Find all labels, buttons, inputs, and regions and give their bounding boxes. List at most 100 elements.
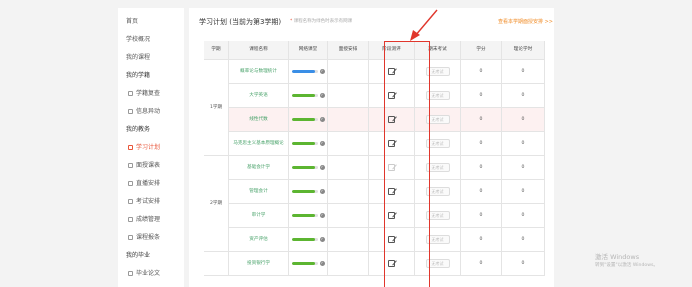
table-header-cell: 学分 [461, 41, 502, 60]
online-class-progress[interactable]: ✓ [289, 60, 328, 84]
calendar-icon [128, 198, 133, 204]
sidebar-item-0[interactable]: 首页 [126, 18, 138, 26]
progress-check-icon: ✓ [319, 189, 325, 194]
sidebar-item-6: 我的教务 [126, 126, 150, 134]
theory-hours-cell: 0 [502, 180, 545, 204]
sidebar-item-label: 课程报条 [136, 234, 161, 241]
sidebar-item-14[interactable]: 毕业论文 [128, 270, 160, 278]
sidebar-item-label: 成绩管理 [136, 216, 161, 223]
sidebar-item-label: 考试安排 [136, 198, 161, 205]
progress-check-icon: ✓ [319, 117, 325, 122]
progress-bar [291, 94, 318, 97]
grade-icon [128, 216, 133, 222]
hint-star: * [290, 19, 293, 24]
course-name-link[interactable]: 审计学 [229, 204, 289, 228]
sidebar-item-5[interactable]: 信息异动 [128, 108, 160, 116]
face-schedule-cell [328, 204, 369, 228]
sidebar-item-7[interactable]: 学习计划 [128, 144, 160, 152]
face-schedule-cell [328, 228, 369, 252]
course-name-link[interactable]: 概率论与数理统计 [229, 60, 289, 84]
table-header-cell: 网络课堂 [289, 41, 328, 60]
sidebar-item-11[interactable]: 成绩管理 [128, 216, 160, 224]
sidebar-item-label: 学校概况 [126, 36, 151, 43]
view-face-schedule-link[interactable]: 查看本学期面授安排 >> [498, 18, 553, 25]
online-class-progress[interactable]: ✓ [289, 228, 328, 252]
progress-bar [291, 166, 318, 169]
progress-check-icon: ✓ [319, 261, 325, 266]
theory-hours-cell: 0 [502, 156, 545, 180]
sidebar-item-3: 我的学籍 [126, 72, 150, 80]
sidebar-item-2[interactable]: 我的课程 [126, 54, 150, 62]
credit-cell: 0 [461, 108, 502, 132]
theory-hours-cell: 0 [502, 132, 545, 156]
sidebar: 首页学校概况我的课程我的学籍学籍复查信息异动我的教务学习计划面授课表直播安排考试… [118, 8, 184, 287]
sidebar-item-13: 我的毕业 [126, 252, 150, 260]
progress-wrapper: ✓ [291, 237, 325, 242]
sidebar-item-4[interactable]: 学籍复查 [128, 90, 160, 98]
course-name-link[interactable]: 管理会计 [229, 180, 289, 204]
online-class-progress[interactable]: ✓ [289, 132, 328, 156]
semester-cell: 1学期 [204, 60, 229, 156]
progress-bar [291, 262, 318, 265]
calendar-icon [128, 162, 133, 168]
table-header-cell: 学期 [204, 41, 229, 60]
face-schedule-cell [328, 252, 369, 276]
theory-hours-cell: 0 [502, 252, 545, 276]
credit-cell: 0 [461, 204, 502, 228]
progress-wrapper: ✓ [291, 69, 325, 74]
online-class-progress[interactable]: ✓ [289, 84, 328, 108]
semester-cell [204, 252, 229, 276]
theory-hours-cell: 0 [502, 228, 545, 252]
course-name-link[interactable]: 投资银行学 [229, 252, 289, 276]
course-name-link[interactable]: 马克思主义基本原理概论 [229, 132, 289, 156]
progress-check-icon: ✓ [319, 69, 325, 74]
face-schedule-cell [328, 84, 369, 108]
hint-label: 课程名称为绿色时表示有网课 [293, 19, 353, 24]
sidebar-item-1[interactable]: 学校概况 [126, 36, 150, 44]
progress-check-icon: ✓ [319, 93, 325, 98]
page-title: 学习计划 (当前为第3学期) [199, 18, 282, 26]
credit-cell: 0 [461, 252, 502, 276]
progress-bar [291, 238, 318, 241]
semester-cell: 2学期 [204, 156, 229, 252]
credit-cell: 0 [461, 132, 502, 156]
credit-cell: 0 [461, 228, 502, 252]
sidebar-item-label: 学籍复查 [136, 90, 161, 97]
progress-check-icon: ✓ [319, 237, 325, 242]
online-class-progress[interactable]: ✓ [289, 180, 328, 204]
theory-hours-cell: 0 [502, 204, 545, 228]
progress-bar [291, 118, 318, 121]
progress-check-icon: ✓ [319, 213, 325, 218]
course-name-link[interactable]: 基础会计学 [229, 156, 289, 180]
sidebar-item-10[interactable]: 考试安排 [128, 198, 160, 206]
face-schedule-cell [328, 132, 369, 156]
main-panel: 学习计划 (当前为第3学期) * 课程名称为绿色时表示有网课 查看本学期面授安排… [189, 8, 554, 287]
sidebar-item-8[interactable]: 面授课表 [128, 162, 160, 170]
windows-activation-subtitle: 转到"设置"以激活 Windows。 [595, 263, 658, 268]
face-schedule-cell [328, 108, 369, 132]
calendar-icon [128, 180, 133, 186]
sidebar-item-label: 毕业论文 [136, 270, 161, 277]
course-name-link[interactable]: 大学英语 [229, 84, 289, 108]
credit-cell: 0 [461, 60, 502, 84]
course-name-link[interactable]: 线性代数 [229, 108, 289, 132]
online-class-progress[interactable]: ✓ [289, 108, 328, 132]
document-icon [128, 234, 133, 240]
sidebar-item-12[interactable]: 课程报条 [128, 234, 160, 242]
online-class-progress[interactable]: ✓ [289, 204, 328, 228]
face-schedule-cell [328, 180, 369, 204]
progress-wrapper: ✓ [291, 213, 325, 218]
course-name-link[interactable]: 资产评估 [229, 228, 289, 252]
progress-wrapper: ✓ [291, 141, 325, 146]
progress-wrapper: ✓ [291, 117, 325, 122]
document-icon [128, 90, 133, 96]
progress-bar [291, 190, 318, 193]
online-class-progress[interactable]: ✓ [289, 156, 328, 180]
online-class-progress[interactable]: ✓ [289, 252, 328, 276]
sidebar-item-label: 我的教务 [126, 126, 151, 133]
sidebar-item-label: 我的毕业 [126, 252, 151, 259]
hint-text: * 课程名称为绿色时表示有网课 [290, 18, 352, 24]
sidebar-item-9[interactable]: 直播安排 [128, 180, 160, 188]
theory-hours-cell: 0 [502, 108, 545, 132]
sidebar-item-label: 我的学籍 [126, 72, 151, 79]
